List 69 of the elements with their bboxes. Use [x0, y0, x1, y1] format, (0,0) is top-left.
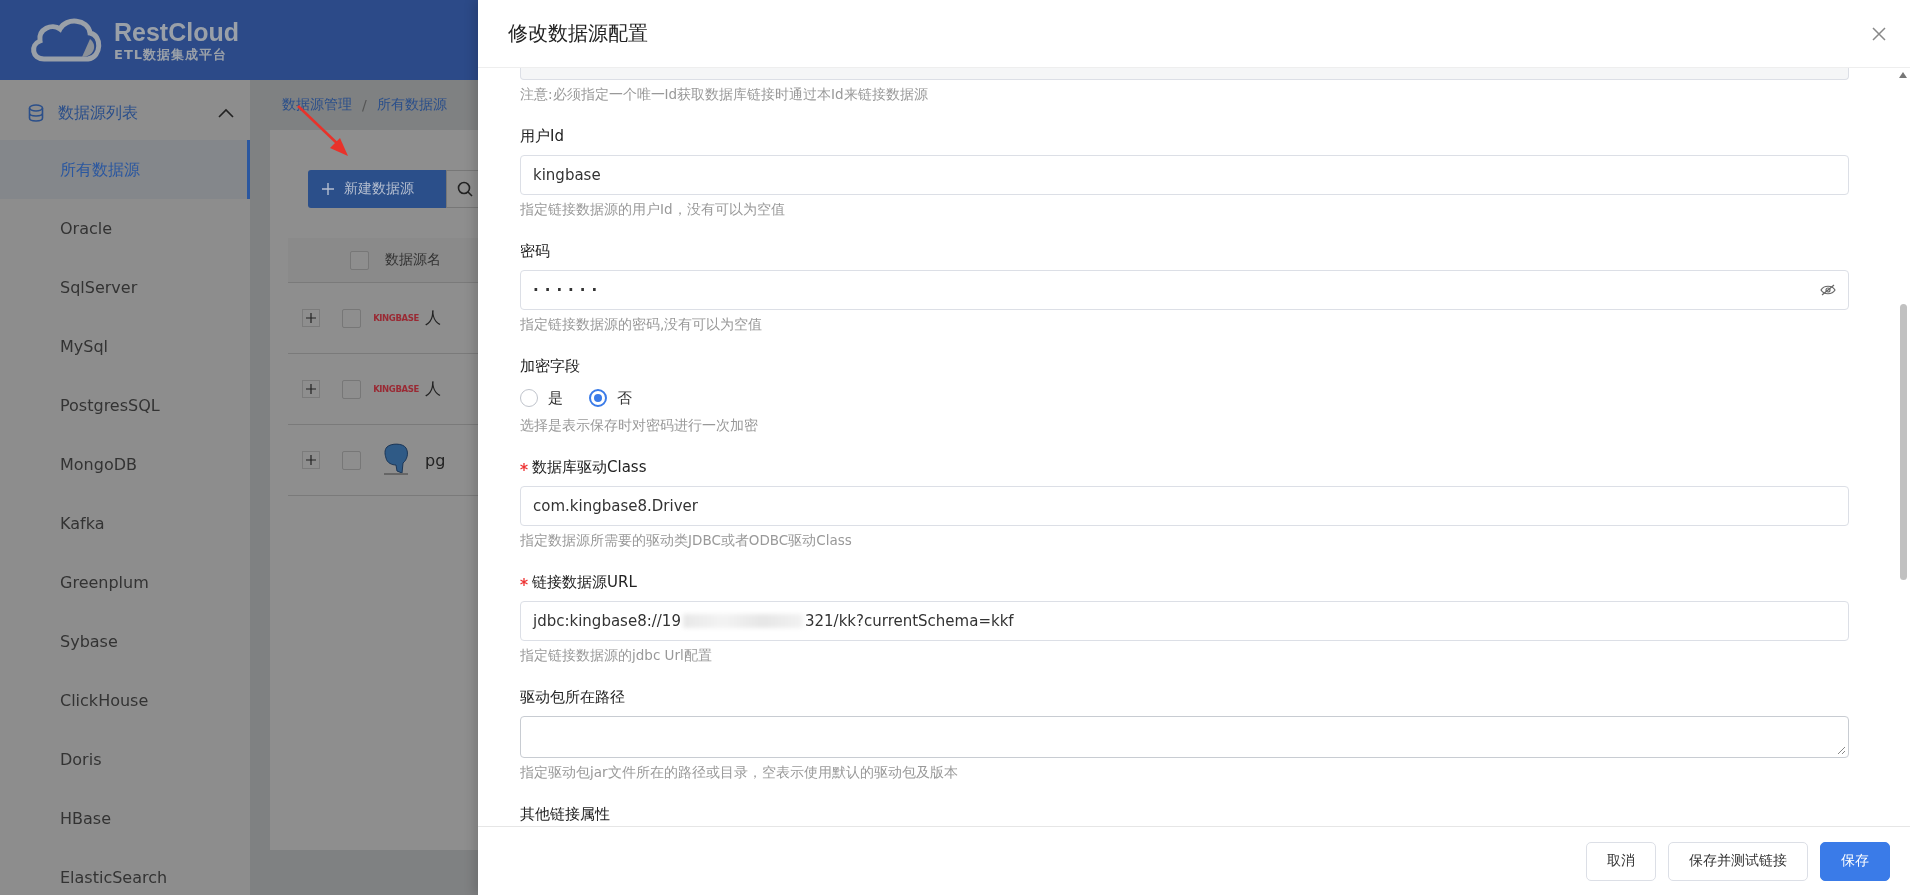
footer-button[interactable]: 保存 — [1820, 841, 1890, 881]
sidebar-item[interactable]: Greenplum — [0, 553, 250, 612]
drawer-title: 修改数据源配置 — [508, 20, 648, 47]
expand-button[interactable] — [302, 380, 320, 398]
close-button[interactable] — [1872, 26, 1886, 41]
sidebar-item[interactable]: ClickHouse — [0, 671, 250, 730]
radio-option[interactable]: 是 — [520, 388, 563, 408]
breadcrumb-link[interactable]: 所有数据源 — [376, 96, 447, 114]
sidebar-item[interactable]: MongoDB — [0, 435, 250, 494]
logo-subtitle: ETL数据集成平台 — [114, 47, 229, 61]
sidebar-item[interactable]: 所有数据源 — [0, 140, 250, 199]
close-icon — [1872, 26, 1886, 41]
input-field[interactable]: kingbase — [520, 155, 1849, 195]
plus-icon — [306, 455, 316, 465]
sidebar-item[interactable]: Oracle — [0, 199, 250, 258]
footer-button[interactable]: 保存并测试链接 — [1668, 841, 1808, 881]
sidebar-item[interactable]: SqlServer — [0, 258, 250, 317]
field-hint: 指定链接数据源的jdbc Url配置 — [520, 646, 713, 665]
datasource-name: 人 — [425, 378, 441, 400]
resize-handle-icon — [1837, 746, 1846, 755]
radio-option[interactable]: 否 — [589, 388, 632, 408]
search-icon — [457, 181, 473, 197]
sidebar-item[interactable]: Doris — [0, 730, 250, 789]
sidebar-item[interactable]: MySql — [0, 317, 250, 376]
field-hint: 指定链接数据源的密码,没有可以为空值 — [520, 315, 764, 334]
field-hint: 指定驱动包jar文件所在的路径或目录，空表示使用默认的驱动包及版本 — [520, 763, 959, 782]
new-datasource-button[interactable]: 新建数据源 — [308, 170, 446, 208]
sidebar-item[interactable]: ElasticSearch — [0, 848, 250, 895]
sidebar-item[interactable]: PostgresSQL — [0, 376, 250, 435]
field-hint: 指定链接数据源的用户Id，没有可以为空值 — [520, 200, 786, 219]
datasource-name: pg — [425, 450, 446, 470]
field-label: 其他链接属性 — [520, 804, 610, 825]
plus-icon — [322, 183, 334, 195]
radio-icon[interactable] — [589, 389, 607, 407]
input-field[interactable] — [520, 68, 1849, 80]
password-field[interactable]: ······ — [520, 270, 1849, 310]
sidebar-item[interactable]: Sybase — [0, 612, 250, 671]
expand-button[interactable] — [302, 309, 320, 327]
field-label: 密码 — [520, 241, 550, 262]
database-icon — [28, 104, 44, 122]
plus-icon — [306, 313, 316, 323]
logo-title: RestCloud — [114, 19, 239, 45]
input-field[interactable]: com.kingbase8.Driver — [520, 486, 1849, 526]
password-value: ······ — [533, 281, 604, 299]
field-hint: 选择是表示保存时对密码进行一次加密 — [520, 416, 759, 435]
field-hint: 注意:必须指定一个唯一Id获取数据库链接时通过本Id来链接数据源 — [520, 85, 929, 104]
field-label: 驱动包所在路径 — [520, 687, 625, 708]
field-label: 加密字段 — [520, 356, 580, 377]
input-value: jdbc:kingbase8://19 — [533, 612, 681, 630]
field-label: 数据库驱动Class — [532, 457, 647, 478]
column-header: 数据源名 — [385, 251, 441, 269]
field-label: 链接数据源URL — [532, 572, 637, 593]
sidebar-item[interactable]: Kafka — [0, 494, 250, 553]
breadcrumb-separator: / — [362, 97, 367, 113]
kingbase-logo: KINGBASE — [373, 313, 419, 323]
footer-button[interactable]: 取消 — [1586, 841, 1656, 881]
nav-group-header[interactable]: 数据源列表 — [0, 86, 250, 140]
textarea-field[interactable] — [520, 716, 1849, 758]
datasource-name: 人 — [425, 307, 441, 329]
field-hint: 指定数据源所需要的驱动类JDBC或者ODBC驱动Class — [520, 531, 853, 550]
input-value: 321/kk?currentSchema=kkf — [804, 612, 1014, 630]
sidebar-item[interactable]: HBase — [0, 789, 250, 848]
input-field[interactable]: jdbc:kingbase8://19 321/kk?currentSchema=kkf — [520, 601, 1849, 641]
expand-button[interactable] — [302, 451, 320, 469]
kingbase-logo: KINGBASE — [373, 384, 419, 394]
elephant-logo-icon — [381, 443, 411, 477]
eye-slash-icon — [1820, 284, 1836, 296]
plus-icon — [306, 384, 316, 394]
field-label: 用户Id — [520, 126, 564, 147]
